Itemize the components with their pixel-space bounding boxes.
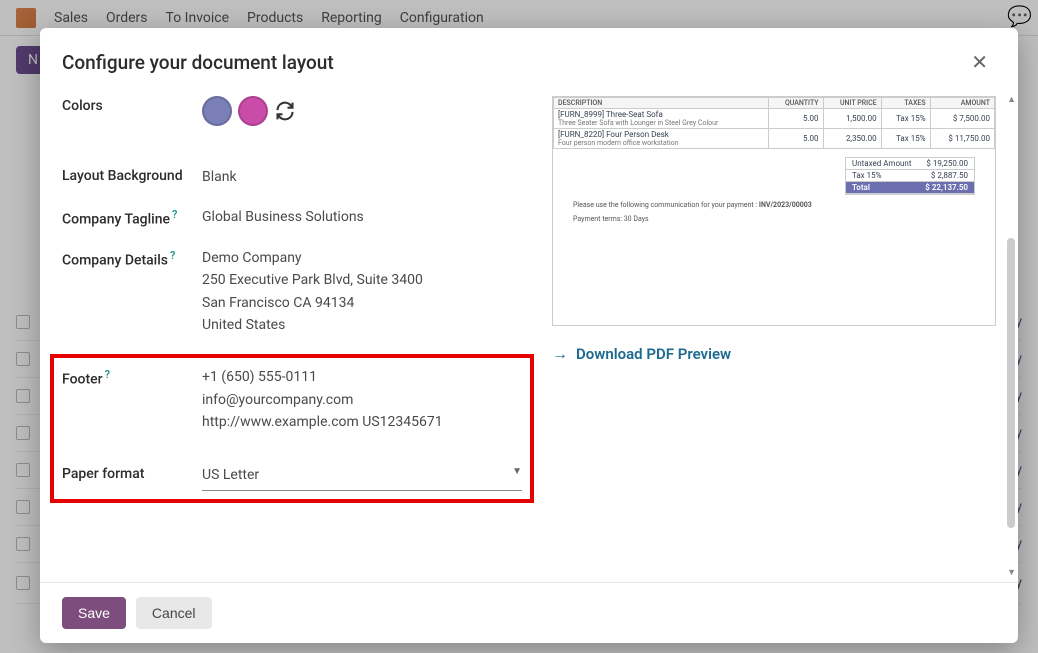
paper-format-select[interactable]: US Letter ▼ — [202, 464, 522, 491]
highlighted-section: Footer? +1 (650) 555-0111 info@yourcompa… — [50, 354, 534, 503]
close-icon[interactable]: ✕ — [963, 46, 996, 78]
scrollbar[interactable] — [1007, 238, 1015, 528]
help-icon[interactable]: ? — [170, 249, 175, 262]
layout-bg-label: Layout Background — [62, 166, 202, 188]
colors-label: Colors — [62, 96, 202, 126]
arrow-right-icon: → — [552, 344, 568, 364]
download-pdf-link[interactable]: → Download PDF Preview — [552, 344, 996, 364]
help-icon[interactable]: ? — [105, 368, 110, 381]
cancel-button[interactable]: Cancel — [136, 597, 212, 629]
footer-label: Footer? — [62, 366, 202, 433]
pdf-preview: DESCRIPTION QUANTITY UNIT PRICE TAXES AM… — [552, 96, 996, 326]
help-icon[interactable]: ? — [172, 208, 177, 221]
refresh-icon[interactable] — [274, 100, 296, 122]
chevron-down-icon: ▼ — [512, 464, 522, 486]
layout-bg-value[interactable]: Blank — [202, 166, 522, 188]
save-button[interactable]: Save — [62, 597, 126, 629]
paper-format-label: Paper format — [62, 464, 202, 491]
primary-color-swatch[interactable] — [202, 96, 232, 126]
tagline-label: Company Tagline? — [62, 206, 202, 228]
details-value[interactable]: Demo Company 250 Executive Park Blvd, Su… — [202, 247, 522, 337]
tagline-value[interactable]: Global Business Solutions — [202, 206, 522, 228]
modal-title: Configure your document layout — [62, 51, 334, 74]
scroll-down-icon[interactable]: ▼ — [1007, 567, 1016, 578]
details-label: Company Details? — [62, 247, 202, 337]
secondary-color-swatch[interactable] — [238, 96, 268, 126]
scroll-up-icon[interactable]: ▲ — [1007, 94, 1016, 105]
configure-document-layout-dialog: Configure your document layout ✕ ▲ ▼ Col… — [40, 28, 1018, 643]
footer-value[interactable]: +1 (650) 555-0111 info@yourcompany.com h… — [202, 366, 522, 433]
